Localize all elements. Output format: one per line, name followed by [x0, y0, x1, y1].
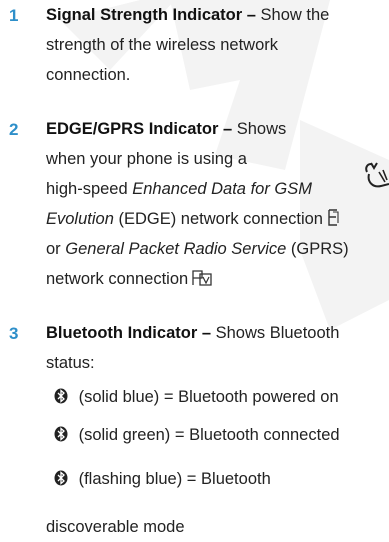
- item-title: EDGE/GPRS Indicator –: [46, 120, 233, 138]
- item-line: when your phone is using a: [46, 150, 247, 168]
- item-line: connection.: [46, 66, 131, 84]
- item-line: EDGE/GPRS Indicator – Shows: [46, 120, 287, 138]
- item-line: strength of the wireless network: [46, 36, 279, 54]
- item-line: Bluetooth Indicator – Shows Bluetooth: [46, 324, 340, 342]
- item-number: 1: [9, 6, 19, 25]
- item-line: or General Packet Radio Service (GPRS): [46, 240, 349, 258]
- item-title: Bluetooth Indicator –: [46, 324, 211, 342]
- item-line: high-speed Enhanced Data for GSM: [46, 180, 312, 198]
- bluetooth-state-row: (solid green) = Bluetooth connected: [54, 420, 389, 450]
- item-line: discoverable mode: [46, 518, 185, 536]
- bluetooth-state-row: (flashing blue) = Bluetooth: [54, 464, 389, 494]
- edge-network-icon: [328, 209, 339, 226]
- gprs-network-icon: [192, 270, 212, 286]
- item-line: status:: [46, 354, 95, 372]
- bluetooth-icon: [54, 470, 68, 486]
- item-line: Signal Strength Indicator – Show the: [46, 6, 330, 24]
- bluetooth-icon: [54, 388, 68, 404]
- item-line: Evolution (EDGE) network connection: [46, 204, 389, 234]
- item-line: network connection: [46, 264, 389, 294]
- item-number: 2: [9, 120, 19, 139]
- bluetooth-state-row: (solid blue) = Bluetooth powered on: [54, 382, 389, 412]
- bluetooth-icon: [54, 426, 68, 442]
- item-title: Signal Strength Indicator –: [46, 6, 256, 24]
- item-number: 3: [9, 324, 19, 343]
